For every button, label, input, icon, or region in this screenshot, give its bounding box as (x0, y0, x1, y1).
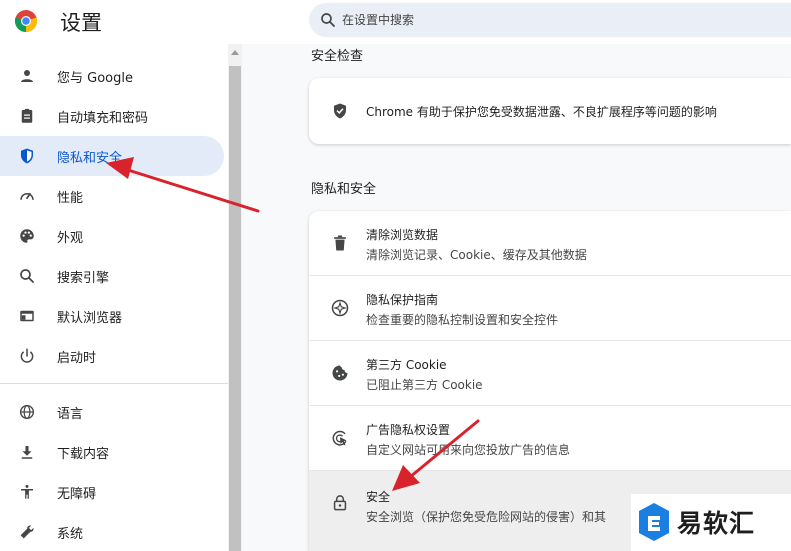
power-icon (18, 347, 36, 365)
sidebar-item-downloads[interactable]: 下载内容 (0, 432, 224, 472)
sidebar-item-label: 下载内容 (57, 446, 110, 462)
sidebar-item-label: 默认浏览器 (57, 310, 123, 326)
person-icon (18, 67, 36, 85)
scroll-up-arrow-icon[interactable] (231, 50, 239, 55)
sidebar-item-label: 系统 (57, 526, 84, 542)
palette-icon (18, 227, 36, 245)
row-privacy-guide[interactable]: 隐私保护指南 检查重要的隐私控制设置和安全控件 (309, 276, 791, 341)
row-title: 广告隐私权设置 (366, 423, 451, 437)
wrench-icon (18, 523, 36, 541)
row-subtitle: 自定义网站可用来向您投放广告的信息 (366, 443, 571, 457)
watermark-text: 易软汇 (677, 509, 756, 538)
sidebar-item-label: 启动时 (57, 350, 97, 366)
row-clear-browsing-data[interactable]: 清除浏览数据 清除浏览记录、Cookie、缓存及其他数据 (309, 211, 791, 276)
globe-icon (18, 403, 36, 421)
cookie-icon (330, 363, 350, 383)
section-title-privacy-security: 隐私和安全 (311, 182, 377, 197)
privacy-guide-icon (330, 298, 350, 318)
sidebar-divider (0, 383, 228, 384)
browser-window-icon (18, 307, 36, 325)
sidebar-item-default-browser[interactable]: 默认浏览器 (0, 296, 224, 336)
sidebar-item-label: 无障碍 (57, 486, 97, 502)
row-subtitle: 已阻止第三方 Cookie (366, 378, 483, 392)
sidebar-item-label: 性能 (57, 190, 84, 206)
shield-icon (18, 147, 36, 165)
row-subtitle: 安全浏览（保护您免受危险网站的侵害）和其 (366, 510, 607, 524)
accessibility-icon (18, 483, 36, 501)
sidebar-item-on-startup[interactable]: 启动时 (0, 336, 224, 376)
speedometer-icon (18, 187, 36, 205)
sidebar: 您与 Google 自动填充和密码 隐私和安全 性能 外观 搜索引擎 默认浏览器… (0, 44, 228, 551)
row-title: 清除浏览数据 (366, 228, 439, 242)
chrome-logo-icon (14, 10, 38, 33)
watermark-badge-icon (639, 503, 669, 541)
sidebar-item-accessibility[interactable]: 无障碍 (0, 472, 224, 512)
row-third-party-cookies[interactable]: 第三方 Cookie 已阻止第三方 Cookie (309, 341, 791, 406)
row-title: 隐私保护指南 (366, 293, 439, 307)
watermark-logo: 易软汇 (631, 494, 791, 551)
search-icon (321, 13, 335, 27)
clipboard-icon (18, 107, 36, 125)
trash-icon (330, 233, 350, 253)
sidebar-item-label: 搜索引擎 (57, 270, 110, 286)
row-title: 第三方 Cookie (366, 358, 447, 372)
sidebar-item-label: 自动填充和密码 (57, 110, 149, 126)
download-icon (18, 443, 36, 461)
safety-check-text: Chrome 有助于保护您免受数据泄露、不良扩展程序等问题的影响 (366, 105, 717, 119)
search-bar[interactable] (309, 3, 791, 37)
search-icon (18, 267, 36, 285)
sidebar-item-privacy-security[interactable]: 隐私和安全 (0, 136, 224, 176)
sidebar-item-languages[interactable]: 语言 (0, 392, 224, 432)
sidebar-item-performance[interactable]: 性能 (0, 176, 224, 216)
lock-icon (330, 493, 350, 513)
sidebar-item-appearance[interactable]: 外观 (0, 216, 224, 256)
scrollbar-thumb[interactable] (229, 66, 241, 551)
row-subtitle: 检查重要的隐私控制设置和安全控件 (366, 313, 559, 327)
sidebar-item-label: 语言 (57, 406, 84, 422)
row-title: 安全 (366, 490, 391, 504)
page-title: 设置 (60, 11, 102, 35)
row-subtitle: 清除浏览记录、Cookie、缓存及其他数据 (366, 248, 587, 262)
sidebar-item-you-and-google[interactable]: 您与 Google (0, 56, 224, 96)
sidebar-item-search-engine[interactable]: 搜索引擎 (0, 256, 224, 296)
sidebar-item-label: 您与 Google (57, 70, 133, 86)
row-ad-privacy[interactable]: 广告隐私权设置 自定义网站可用来向您投放广告的信息 (309, 406, 791, 471)
sidebar-item-system[interactable]: 系统 (0, 512, 224, 551)
sidebar-scrollbar[interactable] (228, 44, 242, 551)
search-input[interactable] (342, 3, 762, 37)
sidebar-item-label: 隐私和安全 (57, 150, 123, 166)
section-title-safety-check: 安全检查 (311, 49, 364, 64)
top-header: 设置 (0, 0, 791, 44)
safety-check-card[interactable]: Chrome 有助于保护您免受数据泄露、不良扩展程序等问题的影响 (309, 78, 791, 144)
sidebar-item-label: 外观 (57, 230, 84, 246)
sidebar-item-autofill[interactable]: 自动填充和密码 (0, 96, 224, 136)
ad-privacy-icon (330, 428, 350, 448)
shield-check-icon (334, 103, 346, 119)
